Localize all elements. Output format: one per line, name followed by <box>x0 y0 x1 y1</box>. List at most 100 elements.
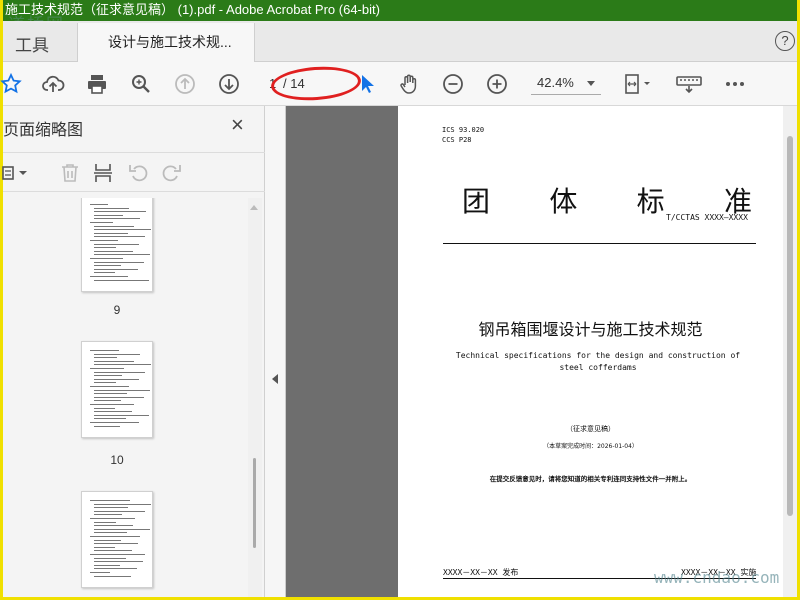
trash-icon[interactable] <box>56 159 84 187</box>
thumbnail-text-line <box>94 382 116 384</box>
prev-page-icon[interactable] <box>171 70 199 98</box>
thumbnail-text-line <box>94 557 126 559</box>
thumbnail-text-line <box>94 353 140 355</box>
thumbnail-text-line <box>94 236 145 238</box>
thumbnail-text-line <box>90 258 123 259</box>
thumbnail-options-icon[interactable] <box>0 159 33 187</box>
thumbnail-text-line <box>90 518 135 519</box>
thumbnail-text-line <box>94 371 145 373</box>
thumbnail-text-line <box>94 396 144 398</box>
thumbnail-text-line <box>94 254 150 256</box>
thumbnail-text-line <box>94 568 137 570</box>
thumbnail-text-line <box>90 350 119 351</box>
tab-bar: 工具 设计与施工技术规... ? <box>3 21 797 63</box>
ics-line: ICS 93.020 <box>442 126 485 134</box>
thumbnail-text-line <box>94 229 151 231</box>
divider <box>443 243 756 244</box>
insert-page-icon[interactable] <box>89 159 117 187</box>
thumbnail-text-line <box>90 572 110 573</box>
thumbnail-text-line <box>94 503 151 505</box>
standard-code: T/CCTAS XXXX—XXXX <box>666 213 748 222</box>
thumbnail-text-line <box>94 400 121 402</box>
document-title: 钢吊箱围堰设计与施工技术规范 <box>478 320 703 339</box>
hand-icon[interactable] <box>395 70 423 98</box>
page-fit-icon[interactable] <box>619 70 657 98</box>
zoom-out-icon[interactable] <box>439 70 467 98</box>
select-pointer-icon[interactable] <box>353 70 381 98</box>
tab-document[interactable]: 设计与施工技术规... <box>77 23 255 63</box>
draft-date: （本草案完成时间：2026-01-04） <box>543 443 638 450</box>
thumbnail-text-line <box>94 211 146 213</box>
tab-document-label: 设计与施工技术规... <box>108 34 232 50</box>
thumbnail-text-line <box>94 521 116 523</box>
zoom-dropdown[interactable]: 42.4% <box>531 73 601 95</box>
issue-date: XXXX－XX－XX 发布 <box>443 568 519 577</box>
thumbnail-text-line <box>94 232 128 234</box>
scroll-up-icon[interactable] <box>250 205 258 210</box>
thumbnail-text-line <box>94 360 134 362</box>
thumbnail-text-line <box>94 539 121 541</box>
thumbnail-text-line <box>94 407 115 409</box>
thumbnail-text-line <box>94 243 139 245</box>
document-scrollbar[interactable] <box>783 106 797 597</box>
thumbnail-label: 10 <box>110 453 124 467</box>
thumbnail-text-line <box>90 240 118 241</box>
chevron-down-icon <box>587 81 595 86</box>
thumbnail-page[interactable] <box>81 491 153 588</box>
zoom-search-icon[interactable] <box>127 70 155 98</box>
heading-char: 团 <box>462 185 491 218</box>
thumbnail-text-line <box>94 418 126 420</box>
draft-label: （征求意见稿） <box>566 425 615 433</box>
ccs-line: CCS P28 <box>442 136 472 144</box>
thumbnail-text-line <box>94 546 115 548</box>
more-icon[interactable] <box>721 70 749 98</box>
thumbnail-page[interactable] <box>81 341 153 438</box>
tab-tools[interactable]: 工具 <box>15 31 49 56</box>
main-toolbar: 1 / 14 42.4% <box>0 62 797 106</box>
rotate-left-icon[interactable] <box>124 159 152 187</box>
thumbnail-text-line <box>94 561 143 563</box>
document-scroll-thumb[interactable] <box>787 136 793 516</box>
thumbnail-text-line <box>90 404 134 405</box>
heading-char: 标 <box>636 185 665 218</box>
thumbnail-text-line <box>94 272 115 274</box>
thumbnail-text-line <box>94 550 132 552</box>
thumbnail-text-line <box>94 207 129 209</box>
keyboard-icon[interactable] <box>673 70 705 98</box>
heading-char: 体 <box>549 185 578 218</box>
help-button[interactable]: ? <box>775 31 795 51</box>
panel-title: 页面缩略图 <box>3 122 84 139</box>
zoom-value: 42.4% <box>537 75 574 90</box>
close-icon[interactable]: × <box>231 112 244 138</box>
panel-collapse-strip[interactable] <box>265 106 286 597</box>
panel-toolbar <box>0 152 265 192</box>
thumbnail-label: 9 <box>113 303 121 317</box>
thumbnail-page[interactable] <box>81 198 153 292</box>
thumbnail-text-line <box>94 543 138 545</box>
thumbnail-text-line <box>94 389 150 391</box>
next-page-icon[interactable] <box>215 70 243 98</box>
print-icon[interactable] <box>83 70 111 98</box>
star-icon[interactable] <box>0 70 25 98</box>
thumbnail-text-line <box>94 247 116 249</box>
red-highlight-ellipse <box>269 63 363 104</box>
patent-note: 在提交反馈意见时，请将您知道的相关专利连同支持性文件一并附上。 <box>489 475 692 483</box>
zoom-in-icon[interactable] <box>483 70 511 98</box>
upload-cloud-icon[interactable] <box>39 70 67 98</box>
thumbnail-text-line <box>94 514 122 516</box>
thumbnail-text-line <box>94 378 139 380</box>
thumbnail-text-line <box>90 204 108 205</box>
thumbnail-text-line <box>94 510 145 512</box>
thumbnail-text-line <box>90 536 140 537</box>
collapse-arrow-icon[interactable] <box>272 374 278 384</box>
window-title: 施工技术规范（征求意见稿） (1).pdf - Adobe Acrobat Pr… <box>3 0 797 21</box>
watermark-bottom-right: www.cndao.com <box>654 568 780 587</box>
thumbnail-text-line <box>94 261 144 263</box>
thumbnail-text-line <box>94 218 140 220</box>
rotate-right-icon[interactable] <box>158 159 186 187</box>
thumbnail-scroll-thumb[interactable] <box>253 458 256 548</box>
thumbnail-list: 9 10 <box>3 198 247 597</box>
thumbnail-text-line <box>94 279 149 281</box>
thumbnail-text-line <box>94 507 128 509</box>
thumbnail-text-line <box>90 554 145 555</box>
